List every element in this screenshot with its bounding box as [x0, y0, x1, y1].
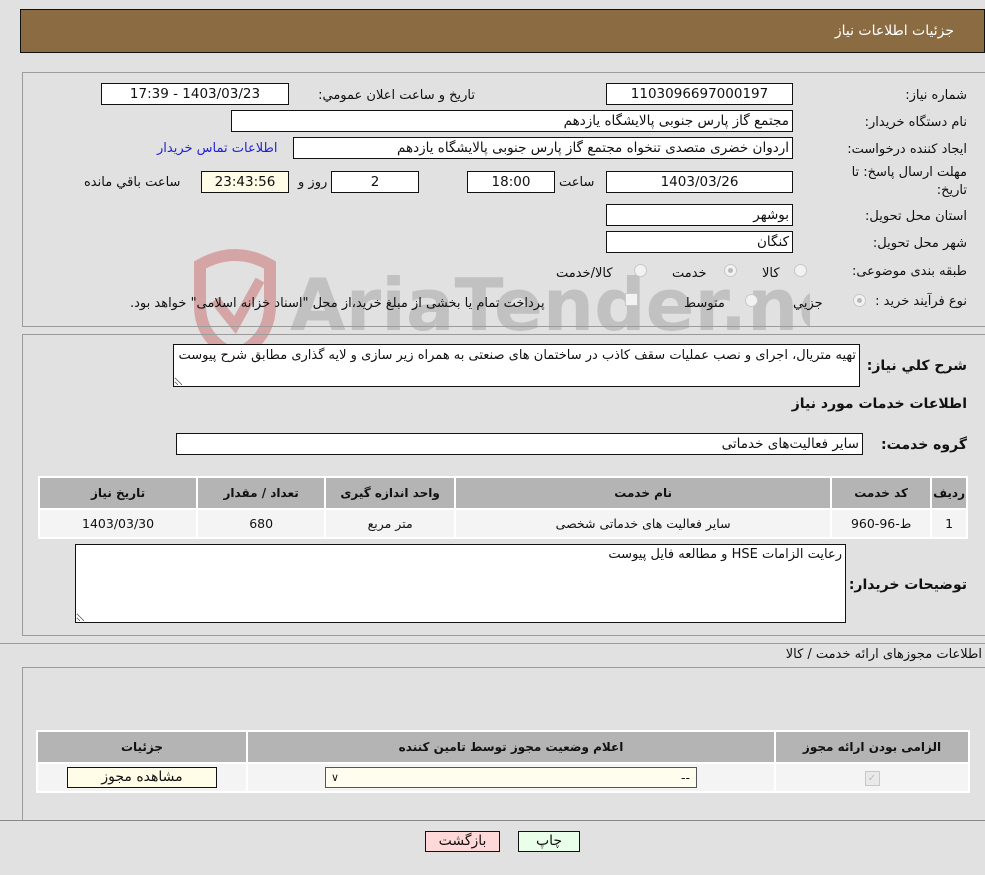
creator-label: ایجاد کننده درخواست: — [847, 142, 967, 157]
buyer-notes-textarea[interactable]: رعایت الزامات HSE و مطالعه فایل پیوست — [75, 544, 846, 623]
services-table-header: ردیف کد خدمت نام خدمت واحد اندازه گیری ت… — [37, 476, 968, 510]
deadline-date-field: 1403/03/26 — [606, 171, 793, 193]
treasury-checkbox[interactable] — [625, 293, 638, 306]
creator-field: اردوان خضری متصدی تنخواه مجتمع گاز پارس … — [293, 137, 793, 159]
cell-service-name: سایر فعالیت های خدماتی شخصی — [454, 508, 833, 539]
chevron-down-icon: ∨ — [331, 771, 340, 784]
col-unit: واحد اندازه گیری — [324, 476, 457, 510]
category-label: طبقه بندی موضوعی: — [851, 264, 967, 279]
permits-table-header: الزامی بودن ارائه مجوز اعلام وضعیت مجوز … — [36, 730, 970, 764]
permits-section-title: اطلاعات مجوزهای ارائه خدمت / کالا — [785, 647, 982, 662]
category-option-goods-service: کالا/خدمت — [556, 266, 613, 281]
treasury-note: پرداخت تمام یا بخشی از مبلغ خرید،از محل … — [130, 296, 545, 311]
cell-need-date: 1403/03/30 — [37, 508, 199, 539]
footer-divider — [0, 820, 985, 821]
cell-quantity: 680 — [196, 508, 327, 539]
deadline-label: مهلت ارسال پاسخ: تا — [851, 165, 967, 180]
category-radio-service[interactable] — [724, 264, 737, 277]
category-radio-goods-service[interactable] — [634, 264, 647, 277]
deadline-time-field: 18:00 — [467, 171, 555, 193]
days-field: 2 — [331, 171, 419, 193]
buyer-org-field: مجتمع گاز پارس جنوبی پالایشگاه یازدهم — [231, 110, 793, 132]
process-label: نوع فرآیند خرید : — [875, 294, 967, 309]
cell-unit: متر مربع — [324, 508, 457, 539]
service-group-field: سایر فعالیت‌های خدماتی — [176, 433, 863, 455]
city-field: کنگان — [606, 231, 793, 253]
table-row: ✓ -- ∨ مشاهده مجوز — [36, 762, 970, 793]
province-field: بوشهر — [606, 204, 793, 226]
col-service-name: نام خدمت — [454, 476, 833, 510]
page-header: جزئیات اطلاعات نیاز — [20, 9, 985, 53]
process-option-medium: متوسط — [684, 296, 725, 311]
cell-details: مشاهده مجوز — [36, 762, 248, 793]
city-label: شهر محل تحویل: — [872, 236, 967, 251]
category-radio-goods[interactable] — [794, 264, 807, 277]
permits-table: الزامی بودن ارائه مجوز اعلام وضعیت مجوز … — [36, 730, 970, 793]
buyer-org-label: نام دستگاه خریدار: — [864, 115, 967, 130]
permits-divider — [0, 643, 985, 644]
need-number-label: شماره نیاز: — [905, 88, 967, 103]
col-details: جزئیات — [36, 730, 248, 764]
print-button[interactable]: چاپ — [518, 831, 580, 852]
description-label: شرح کلي نیاز: — [866, 358, 967, 374]
permit-required-checkbox[interactable]: ✓ — [864, 771, 880, 786]
col-row: ردیف — [930, 476, 968, 510]
table-row: 1 ط-96-960 سایر فعالیت های خدماتی شخصی م… — [37, 508, 968, 539]
service-group-label: گروه خدمت: — [881, 437, 967, 453]
col-quantity: تعداد / مقدار — [196, 476, 327, 510]
cell-row: 1 — [930, 508, 968, 539]
announce-datetime-field: 1403/03/23 - 17:39 — [101, 83, 289, 105]
announce-label: تاریخ و ساعت اعلان عمومي: — [318, 88, 475, 103]
description-textarea[interactable]: تهیه متریال، اجرای و نصب عملیات سقف کاذب… — [173, 344, 860, 387]
category-option-service: خدمت — [672, 266, 707, 281]
time-label: ساعت — [559, 175, 595, 190]
buyer-notes-label: توضیحات خریدار: — [848, 577, 967, 593]
page-title: جزئیات اطلاعات نیاز — [834, 23, 954, 39]
buyer-contact-link[interactable]: اطلاعات تماس خریدار — [157, 141, 277, 156]
cell-service-code: ط-96-960 — [830, 508, 933, 539]
cell-permit-status: -- ∨ — [246, 762, 776, 793]
remaining-time-field: 23:43:56 — [201, 171, 289, 193]
view-permit-button[interactable]: مشاهده مجوز — [67, 767, 217, 788]
services-section-title: اطلاعات خدمات مورد نیاز — [791, 396, 967, 412]
back-button[interactable]: بازگشت — [425, 831, 500, 852]
days-label: روز و — [298, 175, 328, 190]
remaining-label: ساعت باقي مانده — [84, 175, 181, 190]
cell-permit-required: ✓ — [774, 762, 970, 793]
category-option-goods: کالا — [762, 266, 780, 281]
need-number-field: 1103096697000197 — [606, 83, 793, 105]
process-radio-minor[interactable] — [853, 294, 866, 307]
deadline-label-2: تاریخ: — [936, 183, 967, 198]
col-service-code: کد خدمت — [830, 476, 933, 510]
province-label: استان محل تحویل: — [865, 209, 967, 224]
col-need-date: تاریخ نیاز — [37, 476, 199, 510]
services-table: ردیف کد خدمت نام خدمت واحد اندازه گیری ت… — [37, 476, 968, 539]
permit-status-select[interactable]: -- ∨ — [325, 767, 697, 788]
process-radio-medium[interactable] — [745, 294, 758, 307]
process-option-minor: جزیي — [793, 296, 823, 311]
col-permit-required: الزامی بودن ارائه مجوز — [774, 730, 970, 764]
col-permit-status: اعلام وضعیت مجوز توسط تامین کننده — [246, 730, 776, 764]
permit-status-value: -- — [680, 770, 690, 785]
